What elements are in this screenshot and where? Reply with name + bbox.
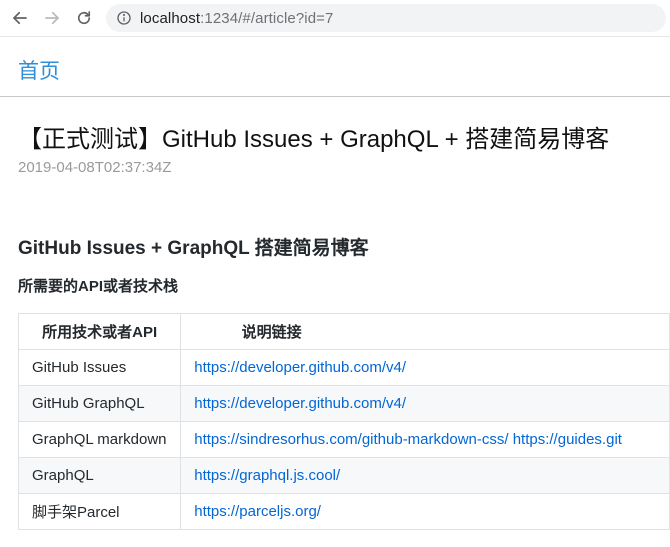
table-cell-tech: GitHub GraphQL [17,385,182,422]
table-row: GraphQL markdown https://sindresorhus.co… [17,421,670,458]
table-cell-link: https://developer.github.com/v4/ [180,385,670,422]
forward-button[interactable] [42,8,62,28]
home-link[interactable]: 首页 [18,55,60,85]
info-circle-icon[interactable] [116,10,132,26]
article-date: 2019-04-08T02:37:34Z [18,159,172,176]
browser-toolbar: localhost:1234/#/article?id=7 [0,0,670,37]
table-link[interactable]: https://parceljs.org/ [194,503,321,520]
reload-button[interactable] [74,8,94,28]
table-header-tech: 所用技术或者API [17,313,182,350]
table-row: 脚手架Parcel https://parceljs.org/ [17,493,670,530]
reload-icon [77,11,91,25]
article-title: 【正式测试】GitHub Issues + GraphQL + 搭建简易博客 [18,126,610,153]
table-link[interactable]: https://developer.github.com/v4/ [194,359,406,376]
table-cell-link: https://graphql.js.cool/ [180,457,670,494]
back-button[interactable] [10,8,30,28]
table-link[interactable]: https://developer.github.com/v4/ [194,395,406,412]
address-bar[interactable]: localhost:1234/#/article?id=7 [106,4,666,32]
tech-table: 所用技术或者API 说明链接 GitHub Issues https://dev… [17,313,670,530]
url-text[interactable]: localhost:1234/#/article?id=7 [140,10,333,27]
table-header-link: 说明链接 [180,313,670,350]
table-row: GitHub Issues https://developer.github.c… [17,349,670,386]
table-cell-link: https://parceljs.org/ [180,493,670,530]
table-cell-tech: 脚手架Parcel [17,493,182,530]
url-host: localhost [140,9,201,27]
arrow-right-icon [45,11,59,25]
table-header-row: 所用技术或者API 说明链接 [17,313,670,350]
table-cell-tech: GraphQL markdown [17,421,182,458]
table-row: GraphQL https://graphql.js.cool/ [17,457,670,494]
url-path: :1234/#/article?id=7 [200,9,334,27]
table-cell-link: https://sindresorhus.com/github-markdown… [180,421,670,458]
arrow-left-icon [13,11,27,25]
content-subheading: 所需要的API或者技术栈 [18,278,179,295]
table-row: GitHub GraphQL https://developer.github.… [17,385,670,422]
site-header: 首页 [0,37,670,97]
table-cell-link: https://developer.github.com/v4/ [180,349,670,386]
table-cell-tech: GraphQL [17,457,182,494]
table-link[interactable]: https://sindresorhus.com/github-markdown… [194,431,622,448]
table-link[interactable]: https://graphql.js.cool/ [194,467,340,484]
content-heading: GitHub Issues + GraphQL 搭建简易博客 [18,238,369,259]
table-cell-tech: GitHub Issues [17,349,182,386]
